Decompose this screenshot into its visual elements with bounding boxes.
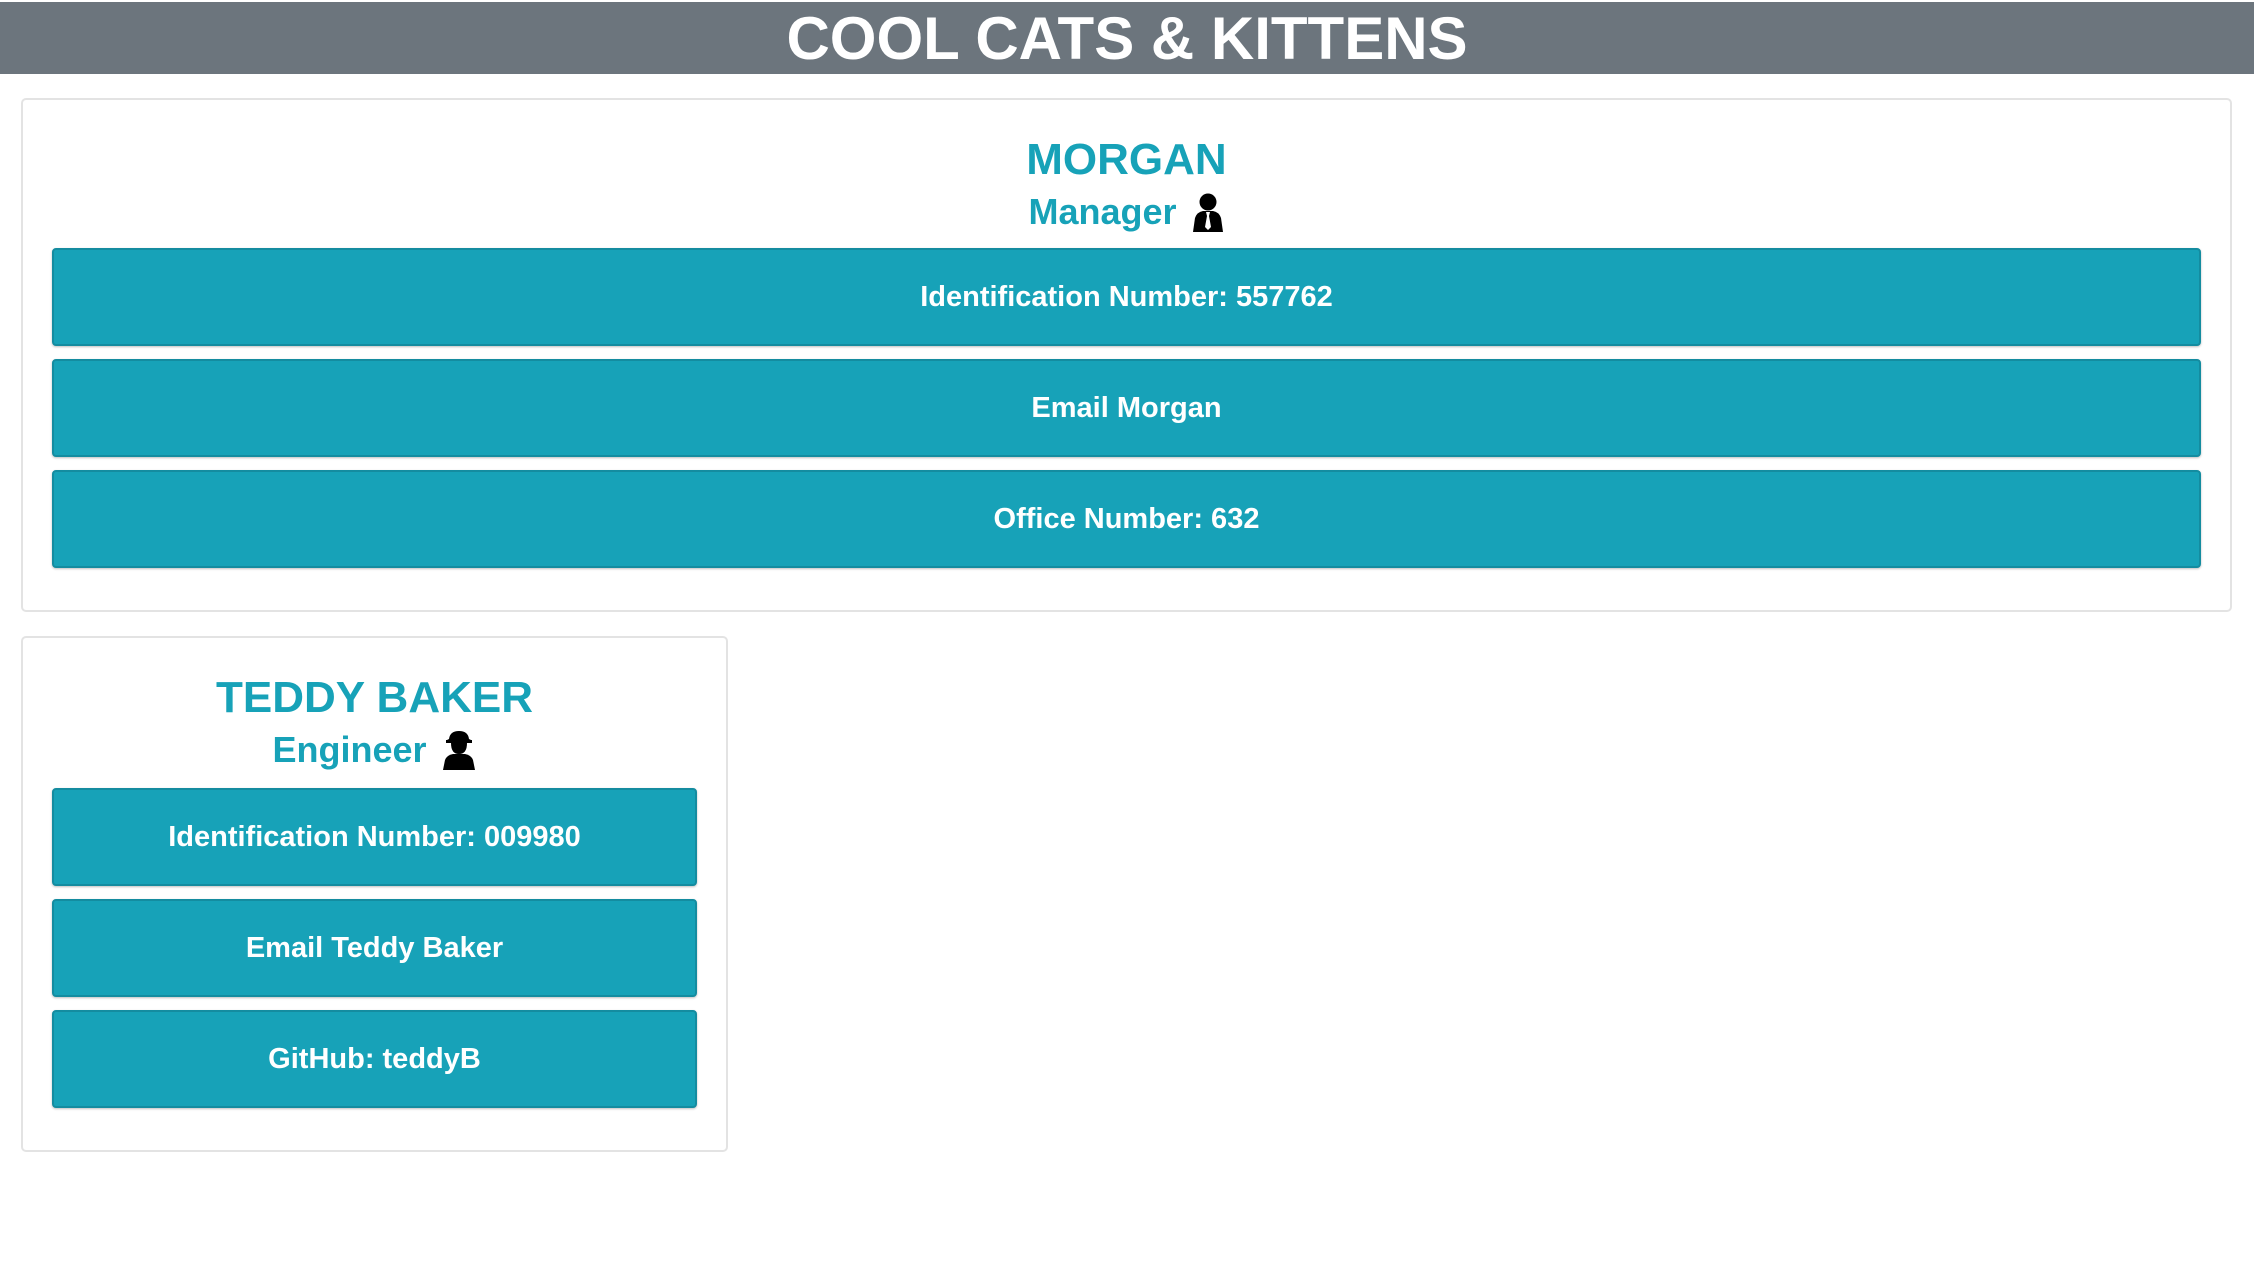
- email-button[interactable]: Email Teddy Baker: [52, 899, 697, 997]
- page-header: COOL CATS & KITTENS: [0, 2, 2254, 74]
- page-title: COOL CATS & KITTENS: [786, 4, 1468, 72]
- office-number-label: Office Number: 632: [993, 502, 1260, 535]
- employee-role-label: Manager: [1028, 191, 1177, 232]
- id-number-label: Identification Number: 009980: [168, 820, 581, 853]
- employee-role: Manager: [23, 192, 2230, 232]
- manager-person-icon: [1192, 193, 1223, 232]
- employee-role: Engineer: [23, 730, 726, 770]
- employee-card-engineer: TEDDY BAKER Engineer Identification Numb…: [21, 636, 728, 1152]
- email-label: Email Morgan: [1031, 391, 1222, 424]
- employee-card-manager: MORGAN Manager Identification Number: 55…: [21, 98, 2232, 612]
- employee-name: TEDDY BAKER: [215, 673, 533, 722]
- employee-name: MORGAN: [1026, 135, 1227, 184]
- email-label: Email Teddy Baker: [245, 931, 504, 964]
- employee-role-label: Engineer: [272, 729, 427, 770]
- engineer-person-icon: [442, 731, 475, 770]
- id-number-label: Identification Number: 557762: [920, 280, 1333, 313]
- id-number-button[interactable]: Identification Number: 557762: [52, 248, 2201, 346]
- id-number-button[interactable]: Identification Number: 009980: [52, 788, 697, 886]
- email-button[interactable]: Email Morgan: [52, 359, 2201, 457]
- github-label: GitHub: teddyB: [268, 1042, 481, 1075]
- office-number-button[interactable]: Office Number: 632: [52, 470, 2201, 568]
- github-button[interactable]: GitHub: teddyB: [52, 1010, 697, 1108]
